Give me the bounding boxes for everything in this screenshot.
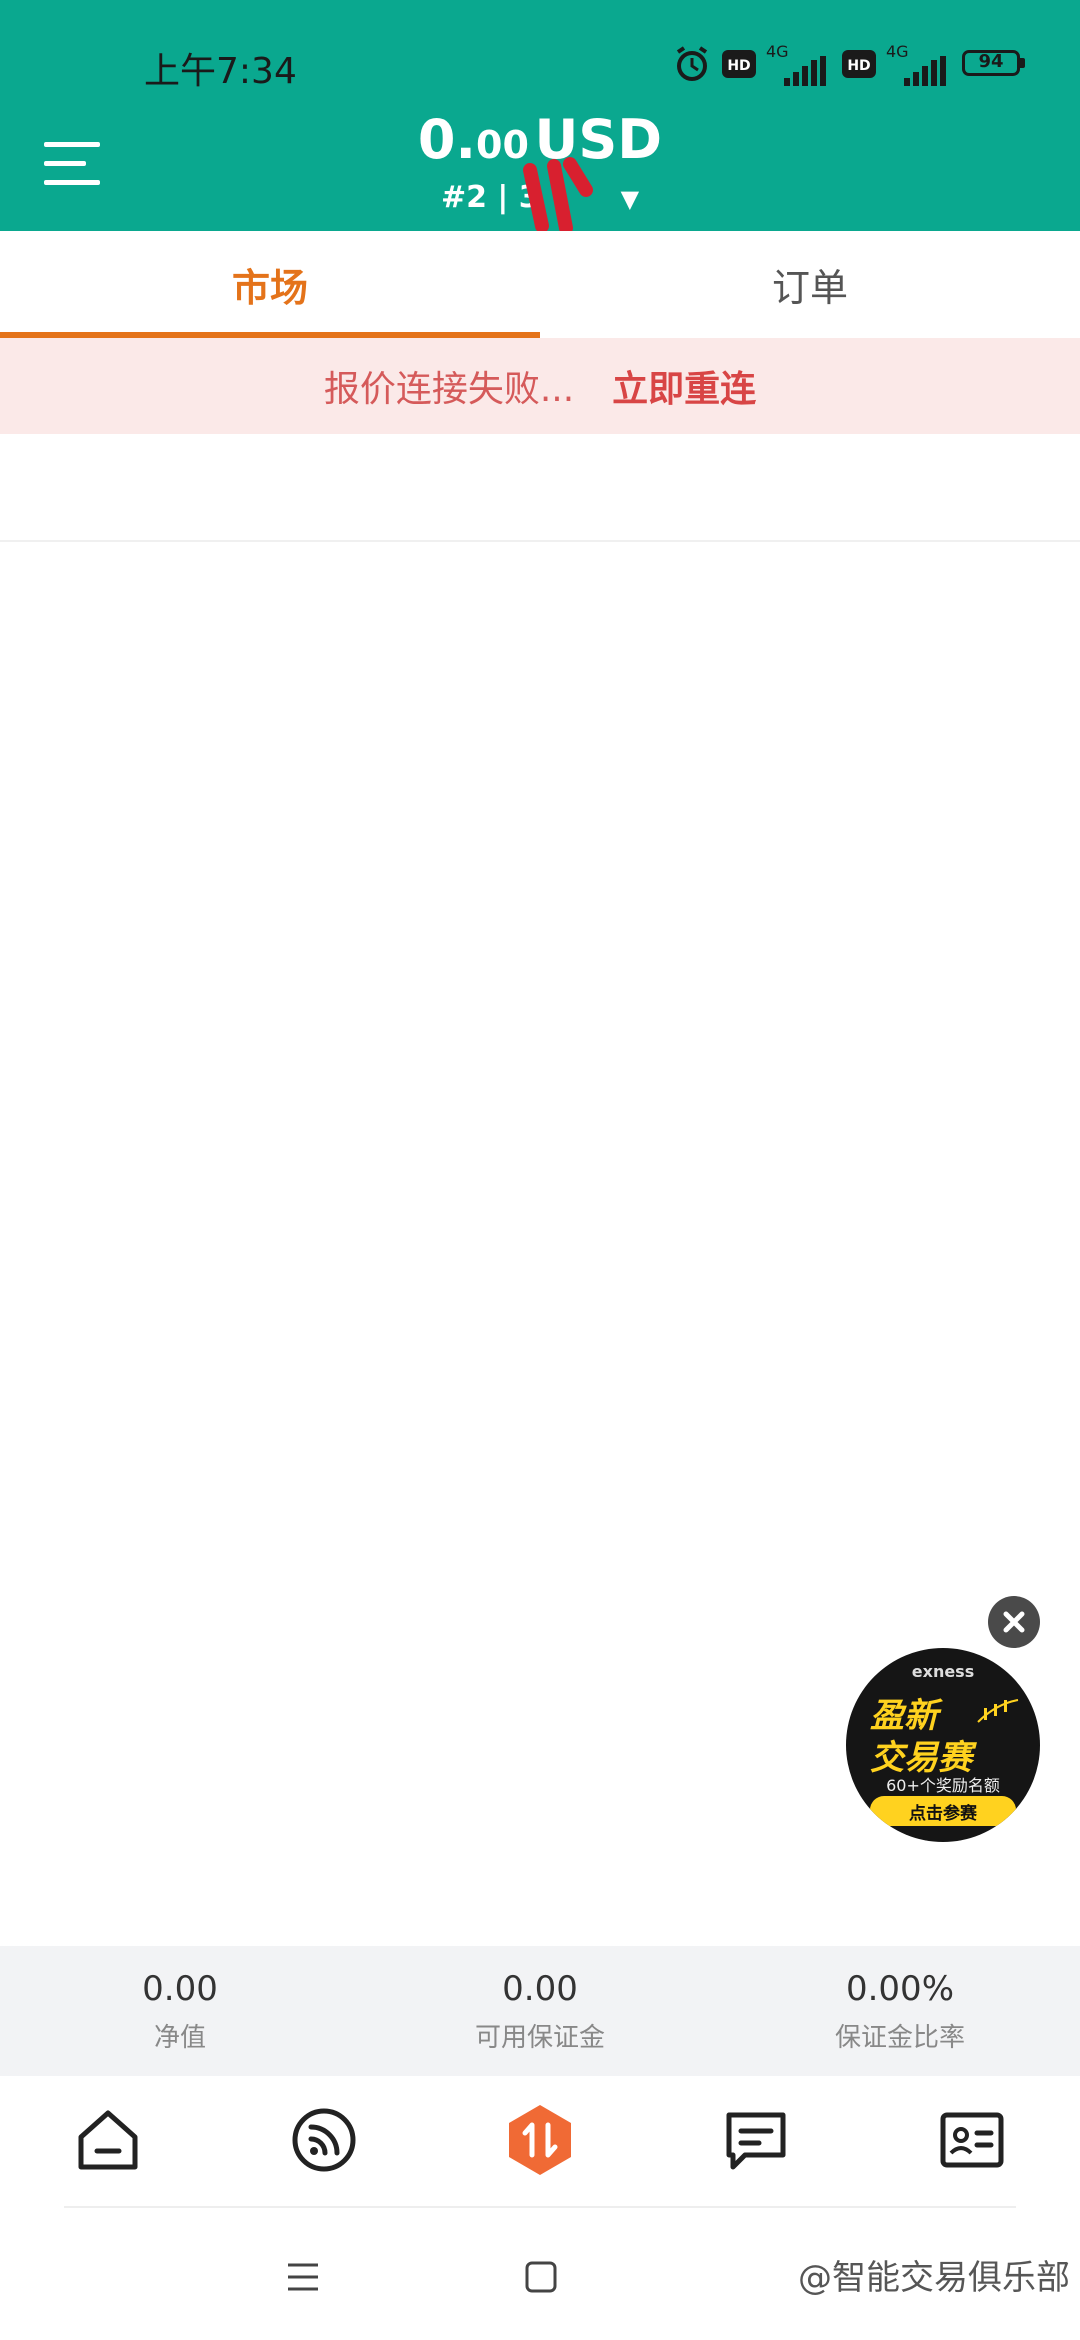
close-icon[interactable] (988, 1596, 1040, 1648)
app-header: 上午7:34 HD 4G HD 4G 94 0.00 USD #2 | 3 ▼ (0, 0, 1080, 234)
battery-icon: 94 (962, 50, 1028, 78)
nav-home[interactable] (58, 2090, 158, 2190)
hd-icon: HD (842, 50, 876, 78)
signal-1: 4G (766, 42, 832, 86)
stat-value: 0.00% (845, 1968, 954, 2009)
connection-error-bar: 报价连接失败... 立即重连 (0, 338, 1080, 434)
stat-label: 保证金比率 (834, 2022, 965, 2053)
profile-card-icon (940, 2112, 1004, 2168)
stat-margin-level: 0.00% 保证金比率 (720, 1946, 1080, 2076)
redaction-mark (523, 157, 593, 234)
nav-trade[interactable] (490, 2090, 590, 2190)
stat-free-margin: 0.00 可用保证金 (360, 1946, 720, 2076)
home-button-icon[interactable] (524, 2260, 558, 2294)
reconnect-button[interactable]: 立即重连 (612, 360, 756, 412)
status-time: 上午7:34 (144, 51, 297, 92)
signal-icon (904, 56, 946, 86)
stat-label: 可用保证金 (474, 2022, 605, 2053)
stat-value: 0.00 (142, 1968, 218, 2009)
balance-integer: 0. (417, 108, 477, 171)
svg-text:HD: HD (727, 58, 750, 74)
feed-icon (292, 2108, 356, 2172)
message-icon (726, 2112, 786, 2170)
chevron-down-icon: ▼ (620, 185, 640, 213)
nav-profile[interactable] (922, 2090, 1022, 2190)
promo-subtitle: 60+个奖励名额 (886, 1776, 1000, 1795)
promo-badge[interactable]: exness 盈新 交易赛 60+个奖励名额 点击参赛 (846, 1648, 1040, 1842)
trade-icon (509, 2105, 571, 2175)
error-message: 报价连接失败... (323, 369, 575, 410)
tab-market[interactable]: 市场 (0, 231, 540, 338)
home-icon (78, 2110, 138, 2170)
account-stats: 0.00 净值 0.00 可用保证金 0.00% 保证金比率 (0, 1946, 1080, 2076)
tab-orders[interactable]: 订单 (540, 231, 1080, 338)
promo-brand: exness (911, 1662, 975, 1681)
hd-icon: HD (722, 50, 756, 78)
status-icons: HD 4G HD 4G 94 (672, 42, 1028, 86)
bottom-nav (0, 2076, 1080, 2204)
recent-apps-icon[interactable] (286, 2262, 320, 2292)
signal-2: 4G (886, 42, 952, 86)
signal-icon (784, 56, 826, 86)
alarm-icon (676, 46, 708, 81)
promo-join-button[interactable]: 点击参赛 (870, 1796, 1016, 1826)
battery-level: 94 (978, 51, 1004, 72)
nav-feed[interactable] (274, 2090, 374, 2190)
list-divider (0, 540, 1080, 542)
stat-label: 净值 (153, 2022, 206, 2053)
stat-equity: 0.00 净值 (0, 1946, 360, 2076)
tab-bar: 市场 订单 (0, 231, 1080, 338)
svg-text:HD: HD (847, 58, 870, 74)
stat-value: 0.00 (502, 1968, 578, 2009)
nav-divider (64, 2206, 1016, 2208)
nav-messages[interactable] (706, 2090, 806, 2190)
chart-spark-icon (977, 1699, 1019, 1723)
watermark-text: @智能交易俱乐部 (798, 2258, 1070, 2298)
